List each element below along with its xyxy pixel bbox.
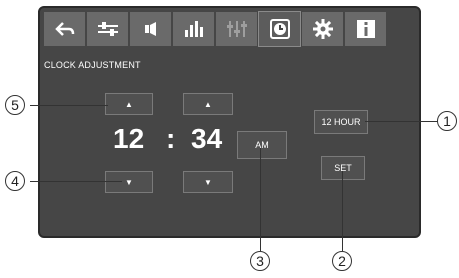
tab-info[interactable] [345, 12, 386, 46]
speaker-icon [144, 22, 157, 36]
callout-5: 5 [5, 95, 25, 115]
tab-settings-sliders[interactable] [87, 12, 128, 46]
callout-2: 2 [332, 251, 352, 271]
tab-clock[interactable] [258, 11, 301, 47]
callout-line-3 [260, 148, 261, 251]
info-icon [356, 19, 376, 39]
toolbar [44, 11, 386, 47]
callout-1: 1 [437, 111, 457, 131]
callout-4: 4 [5, 171, 25, 191]
tab-faders[interactable] [216, 12, 257, 46]
tab-speaker[interactable] [130, 12, 171, 46]
gear-icon [312, 19, 333, 39]
callout-3: 3 [250, 251, 270, 271]
hour-format-button[interactable]: 12 HOUR [314, 110, 368, 134]
tab-back[interactable] [44, 12, 85, 46]
faders-icon [226, 21, 247, 37]
tab-gear[interactable] [302, 12, 343, 46]
hour-up-button[interactable]: ▲ [105, 93, 153, 115]
hour-down-button[interactable]: ▼ [105, 171, 153, 193]
time-separator: : [166, 123, 176, 154]
callout-line-4 [30, 181, 122, 182]
ampm-button[interactable]: AM [237, 131, 287, 159]
callout-line-2 [342, 171, 343, 251]
callout-line-1 [365, 121, 438, 122]
callout-line-5 [30, 105, 108, 106]
minute-down-button[interactable]: ▼ [183, 171, 233, 193]
minute-up-button[interactable]: ▲ [183, 93, 233, 115]
tab-equalizer[interactable] [173, 12, 214, 46]
back-icon [54, 21, 75, 37]
equalizer-icon [184, 21, 204, 37]
clock-adjustment-screen: CLOCK ADJUSTMENT ▲ ▲ 12 : 34 AM ▼ ▼ 12 H… [38, 6, 421, 238]
page-title: CLOCK ADJUSTMENT [44, 60, 141, 70]
clock-icon [269, 19, 290, 39]
set-button[interactable]: SET [321, 156, 365, 180]
sliders-icon [97, 21, 119, 37]
minute-display: 34 [191, 123, 223, 154]
hour-display: 12 [113, 123, 145, 154]
